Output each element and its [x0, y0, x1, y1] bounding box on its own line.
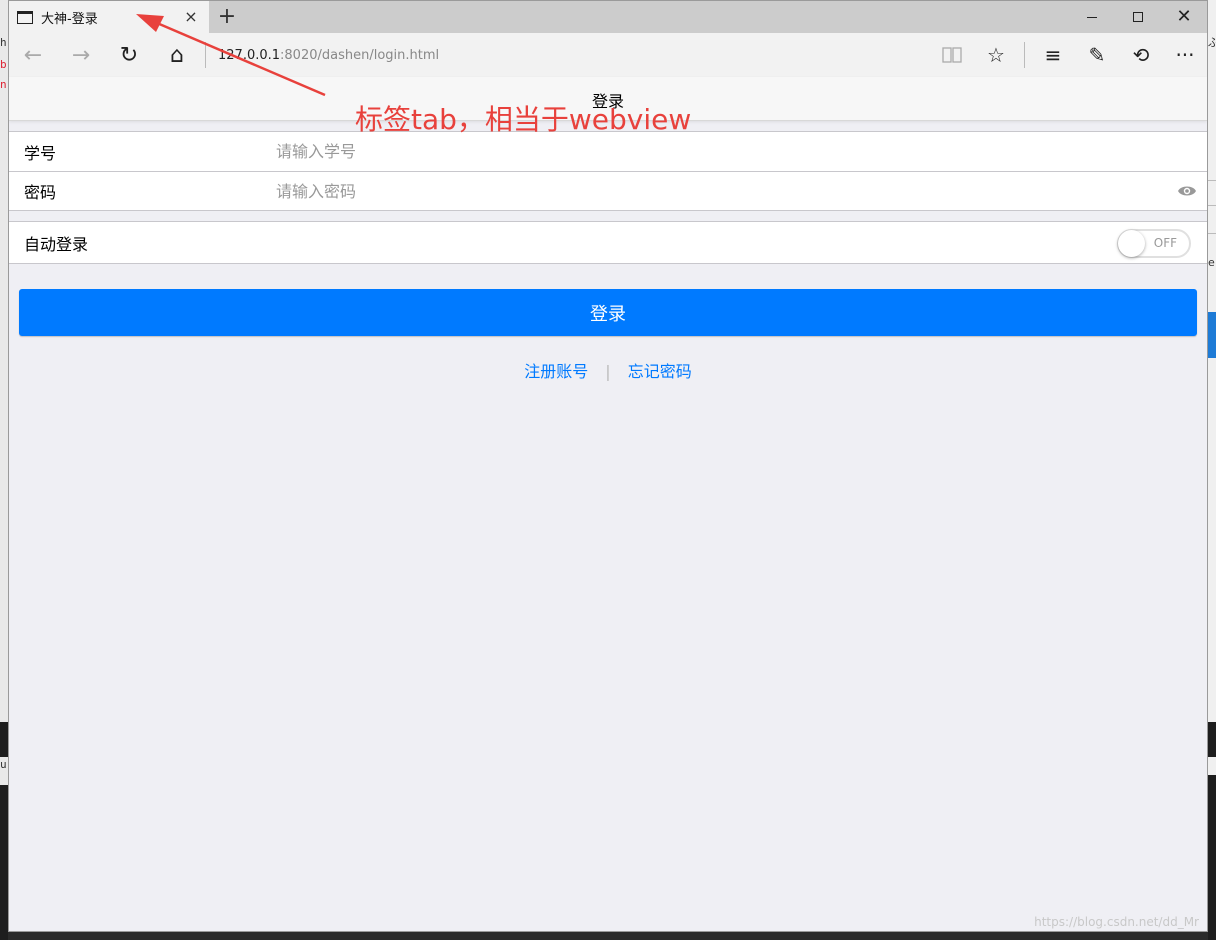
new-tab-button[interactable]: +: [215, 5, 239, 29]
register-link[interactable]: 注册账号: [524, 362, 588, 381]
annotation-text: 标签tab，相当于webview: [355, 103, 692, 136]
web-note-button[interactable]: ✎: [1075, 33, 1119, 77]
minimize-icon: [1087, 16, 1097, 18]
toolbar-divider: [205, 42, 206, 68]
share-button[interactable]: ⟲: [1119, 33, 1163, 77]
home-button[interactable]: ⌂: [153, 33, 201, 77]
auto-login-row: 自动登录 OFF: [9, 221, 1207, 264]
watermark: https://blog.csdn.net/dd_Mr: [1034, 915, 1199, 929]
back-arrow-icon: ←: [23, 42, 43, 68]
browser-tab[interactable]: 大神-登录 ×: [9, 1, 209, 33]
background-text: u: [0, 758, 7, 771]
refresh-button[interactable]: ↻: [105, 33, 153, 77]
link-separator: |: [605, 362, 611, 381]
background-text: h: [0, 36, 7, 49]
hub-button[interactable]: ≡: [1031, 33, 1075, 77]
forward-arrow-icon: →: [71, 42, 91, 68]
window-controls: ✕: [1069, 1, 1207, 33]
background-divider: [1208, 205, 1216, 206]
more-button[interactable]: ···: [1163, 33, 1207, 77]
account-input[interactable]: [274, 141, 1207, 162]
back-button[interactable]: ←: [9, 33, 57, 77]
refresh-icon: ↻: [119, 42, 139, 68]
account-label: 学号: [24, 143, 57, 163]
background-text: b: [0, 58, 7, 71]
close-icon: ✕: [1176, 6, 1192, 27]
login-form: 学号 密码: [9, 131, 1207, 211]
browser-window: 大神-登录 × + ✕ ← → ↻ ⌂ 127.0.0.1:8020/dashe…: [8, 0, 1208, 932]
reading-view-button[interactable]: [930, 33, 974, 77]
browser-toolbar: ← → ↻ ⌂ 127.0.0.1:8020/dashen/login.html…: [9, 33, 1207, 77]
background-panel: [1208, 722, 1216, 757]
password-input[interactable]: [274, 180, 1207, 202]
background-divider: [1208, 180, 1216, 181]
tab-title: 大神-登录: [41, 11, 98, 27]
background-right-strip: ぷ e: [1208, 0, 1216, 940]
web-page: 登录 学号 密码 自动登录 OFF: [9, 77, 1207, 931]
auto-login-switch[interactable]: OFF: [1117, 229, 1191, 258]
forward-button[interactable]: →: [57, 33, 105, 77]
book-icon: [942, 47, 962, 63]
share-icon: ⟲: [1132, 43, 1150, 67]
home-icon: ⌂: [170, 42, 184, 68]
account-links: 注册账号 | 忘记密码: [9, 358, 1207, 382]
toolbar-actions: ☆ ≡ ✎ ⟲ ···: [930, 33, 1207, 77]
background-panel: [0, 722, 8, 757]
toolbar-divider: [1024, 42, 1025, 68]
pen-icon: ✎: [1088, 43, 1106, 67]
background-divider: [1208, 233, 1216, 234]
address-path: :8020/dashen/login.html: [280, 47, 440, 63]
switch-knob: [1118, 230, 1145, 257]
hub-icon: ≡: [1044, 43, 1062, 67]
maximize-button[interactable]: [1115, 1, 1161, 33]
switch-state: OFF: [1153, 236, 1177, 250]
background-text: ぷ: [1208, 36, 1216, 49]
maximize-icon: [1133, 12, 1143, 22]
background-text: n: [0, 78, 7, 91]
close-tab-icon[interactable]: ×: [183, 9, 199, 25]
address-bar[interactable]: 127.0.0.1:8020/dashen/login.html: [218, 48, 930, 63]
password-row: 密码: [9, 171, 1207, 210]
background-left-strip: h b n u: [0, 0, 8, 940]
background-text: e: [1208, 256, 1215, 269]
login-button[interactable]: 登录: [19, 289, 1197, 336]
background-panel: [1208, 775, 1216, 940]
star-icon: ☆: [987, 43, 1005, 67]
forgot-password-link[interactable]: 忘记密码: [628, 362, 692, 381]
favorite-button[interactable]: ☆: [974, 33, 1018, 77]
address-host: 127.0.0.1: [218, 47, 281, 63]
password-label: 密码: [24, 183, 57, 202]
more-icon: ···: [1175, 43, 1195, 67]
minimize-button[interactable]: [1069, 1, 1115, 33]
close-window-button[interactable]: ✕: [1161, 1, 1207, 33]
page-icon: [17, 10, 33, 24]
auto-login-label: 自动登录: [24, 234, 89, 254]
tab-strip: 大神-登录 × + ✕: [9, 1, 1207, 33]
background-panel: [1208, 312, 1216, 358]
eye-icon[interactable]: [1177, 184, 1197, 198]
background-panel: [0, 785, 8, 940]
